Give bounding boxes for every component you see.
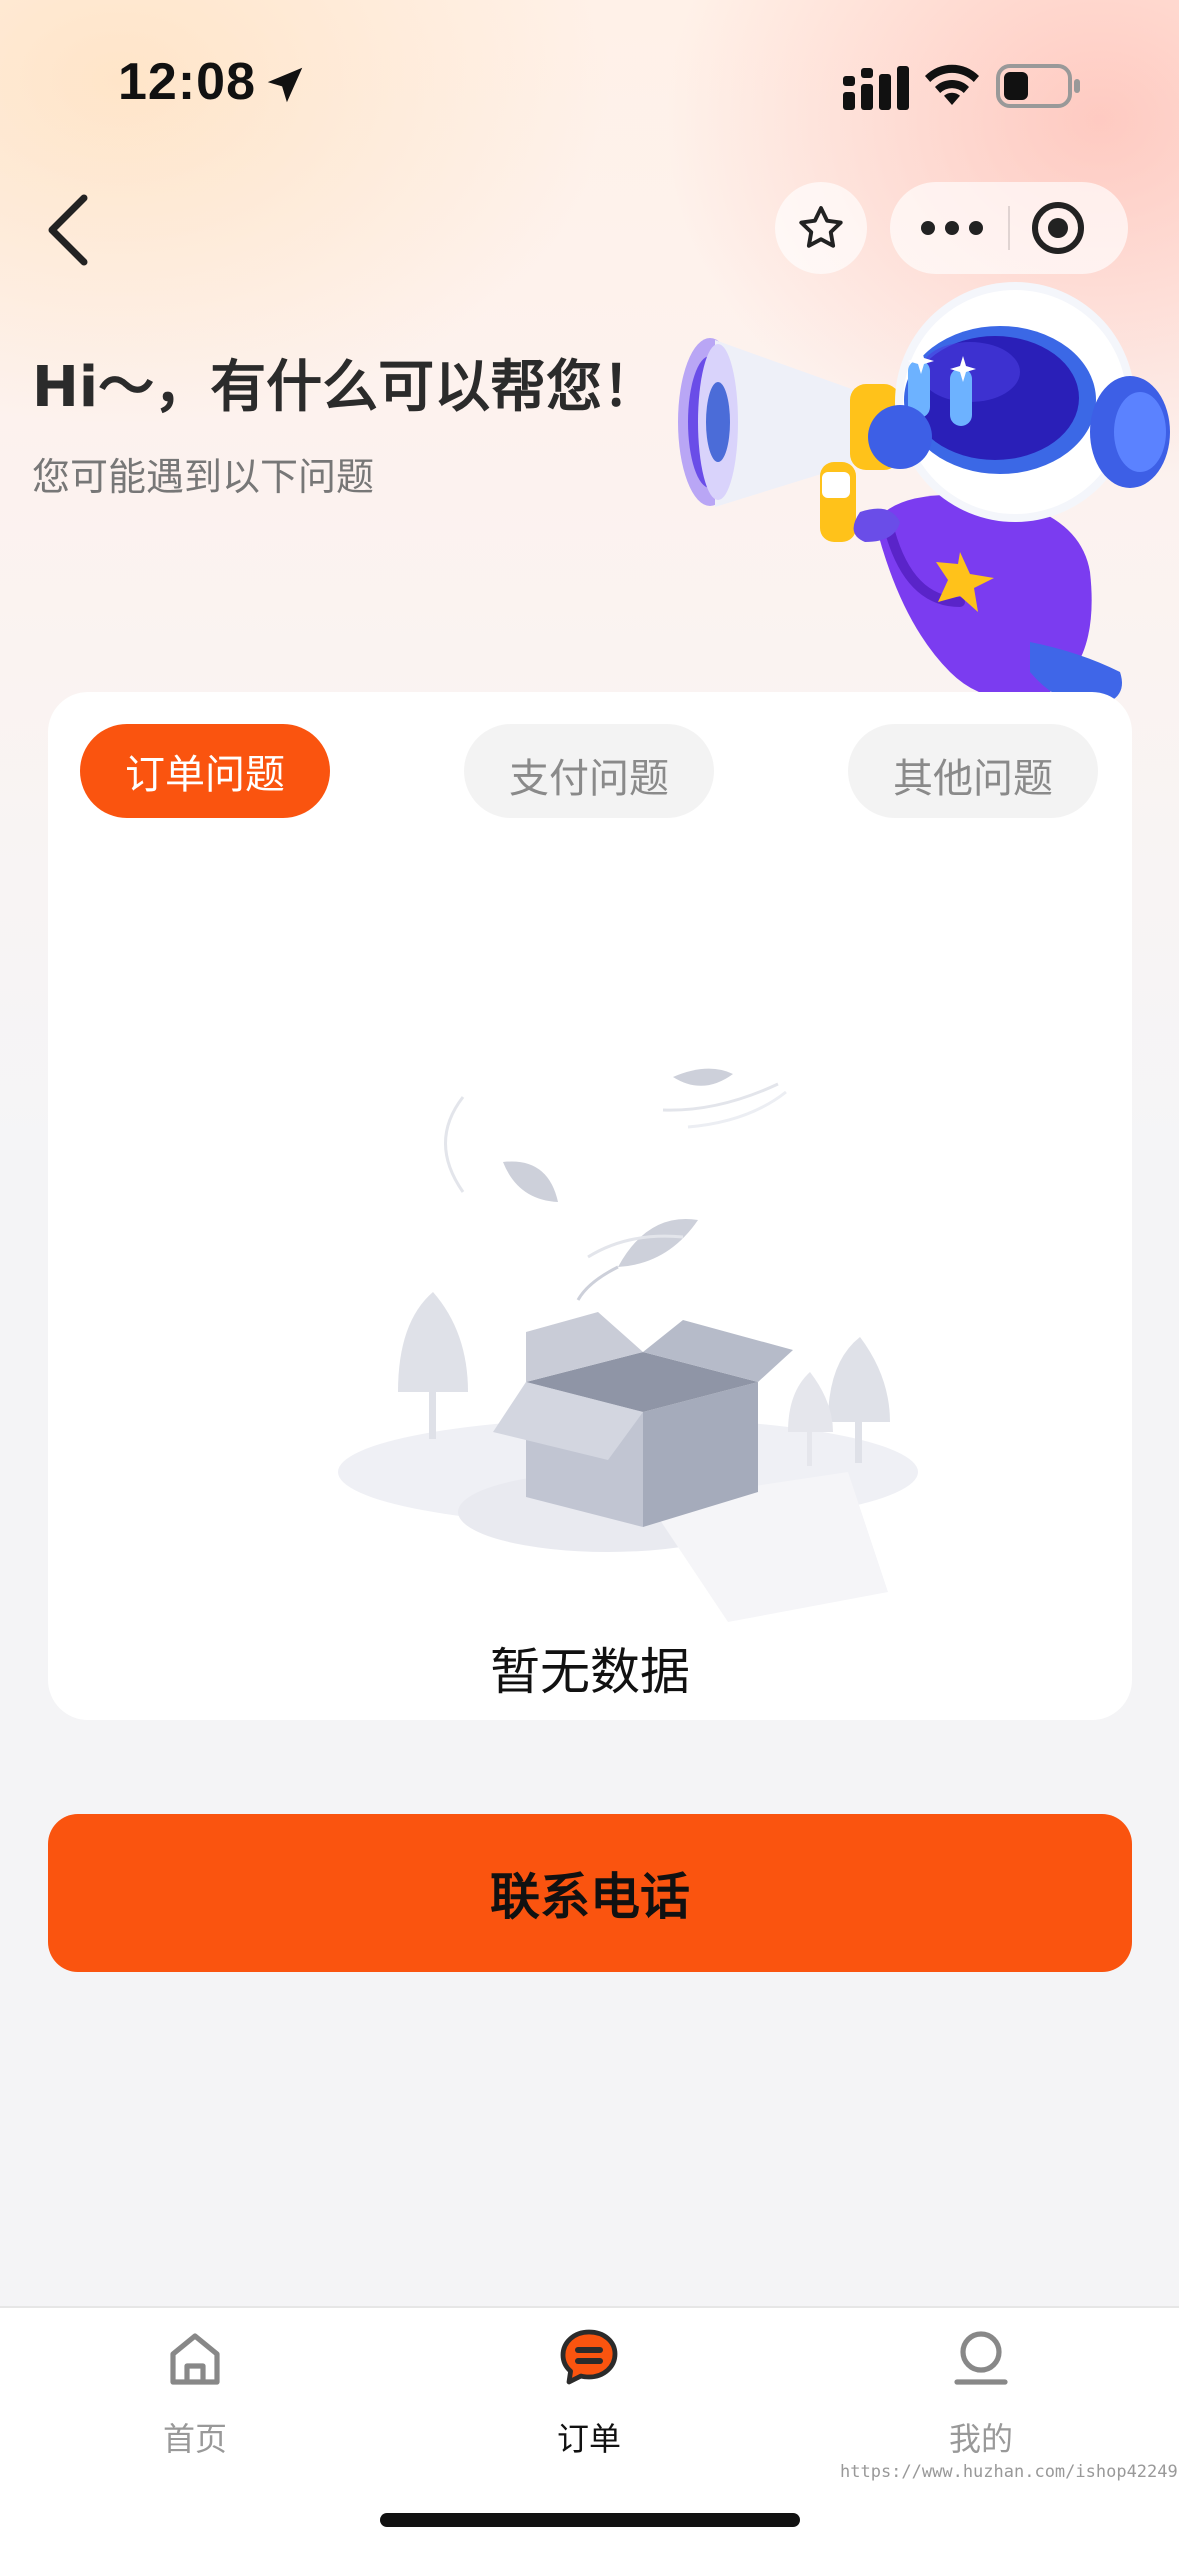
- target-icon[interactable]: [1030, 200, 1086, 256]
- signal-icon: [843, 66, 909, 110]
- contact-phone-button[interactable]: 联系电话: [48, 1814, 1132, 1972]
- battery-icon: [996, 64, 1080, 108]
- tab-other-issues[interactable]: 其他问题: [848, 724, 1098, 818]
- chat-bubble-icon: [560, 2329, 618, 2385]
- tabbar-item-orders[interactable]: 订单: [489, 2326, 689, 2476]
- greeting-subtitle: 您可能遇到以下问题: [32, 455, 375, 499]
- watermark-url: https://www.huzhan.com/ishop42249: [840, 2462, 1178, 2482]
- tab-payment-issues[interactable]: 支付问题: [464, 724, 714, 818]
- tabbar-item-home[interactable]: 首页: [95, 2326, 295, 2476]
- astronaut-mascot-illustration: [678, 282, 1170, 707]
- greeting-title: Hi～，有什么可以帮您！: [32, 355, 659, 420]
- faq-card: 订单问题 支付问题 其他问题 暂无数据: [48, 692, 1132, 1720]
- home-icon: [170, 2333, 220, 2385]
- home-indicator: [380, 2513, 800, 2527]
- status-bar: 12:08: [0, 0, 1179, 170]
- tabbar-item-mine[interactable]: 我的: [881, 2326, 1081, 2476]
- more-dots-icon[interactable]: [912, 202, 992, 254]
- empty-state-text: 暂无数据: [490, 1643, 690, 1701]
- star-icon: [799, 206, 843, 248]
- tab-order-issues[interactable]: 订单问题: [80, 724, 330, 818]
- capsule-divider: [1008, 206, 1010, 250]
- miniprogram-capsule: [890, 182, 1128, 274]
- location-arrow-icon: [267, 67, 303, 103]
- favorite-button[interactable]: [775, 182, 867, 274]
- status-time: 12:08: [118, 53, 256, 111]
- user-icon: [954, 2331, 1008, 2385]
- empty-box-illustration: [338, 1068, 918, 1622]
- tabbar-label-home: 首页: [162, 2420, 227, 2458]
- wifi-icon: [925, 64, 979, 105]
- tabbar-label-mine: 我的: [948, 2420, 1013, 2458]
- back-chevron-icon[interactable]: [40, 190, 96, 270]
- tabbar-label-orders: 订单: [556, 2420, 621, 2458]
